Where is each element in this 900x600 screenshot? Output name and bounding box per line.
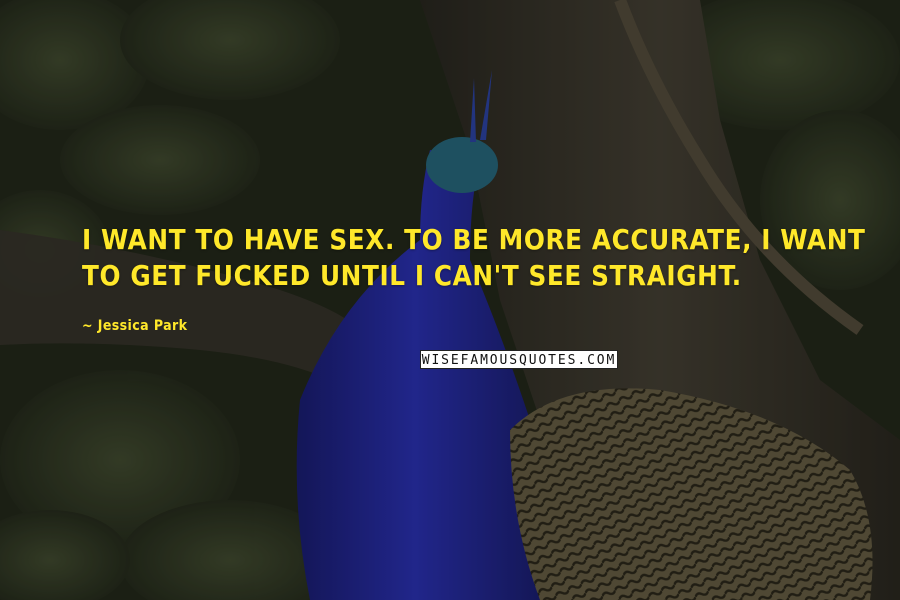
- quote-line: to get fucked until I can't see straight…: [82, 260, 742, 292]
- dark-overlay: [0, 0, 900, 600]
- quote-author: ~ Jessica Park: [82, 318, 188, 334]
- quote-image: I want to have sex. To be more accurate,…: [0, 0, 900, 600]
- quote-line: I want to have sex. To be more accurate,…: [82, 224, 866, 256]
- background-photo: [0, 0, 900, 600]
- site-watermark: WISEFAMOUSQUOTES.COM: [420, 350, 618, 369]
- quote-text: I want to have sex. To be more accurate,…: [82, 222, 882, 294]
